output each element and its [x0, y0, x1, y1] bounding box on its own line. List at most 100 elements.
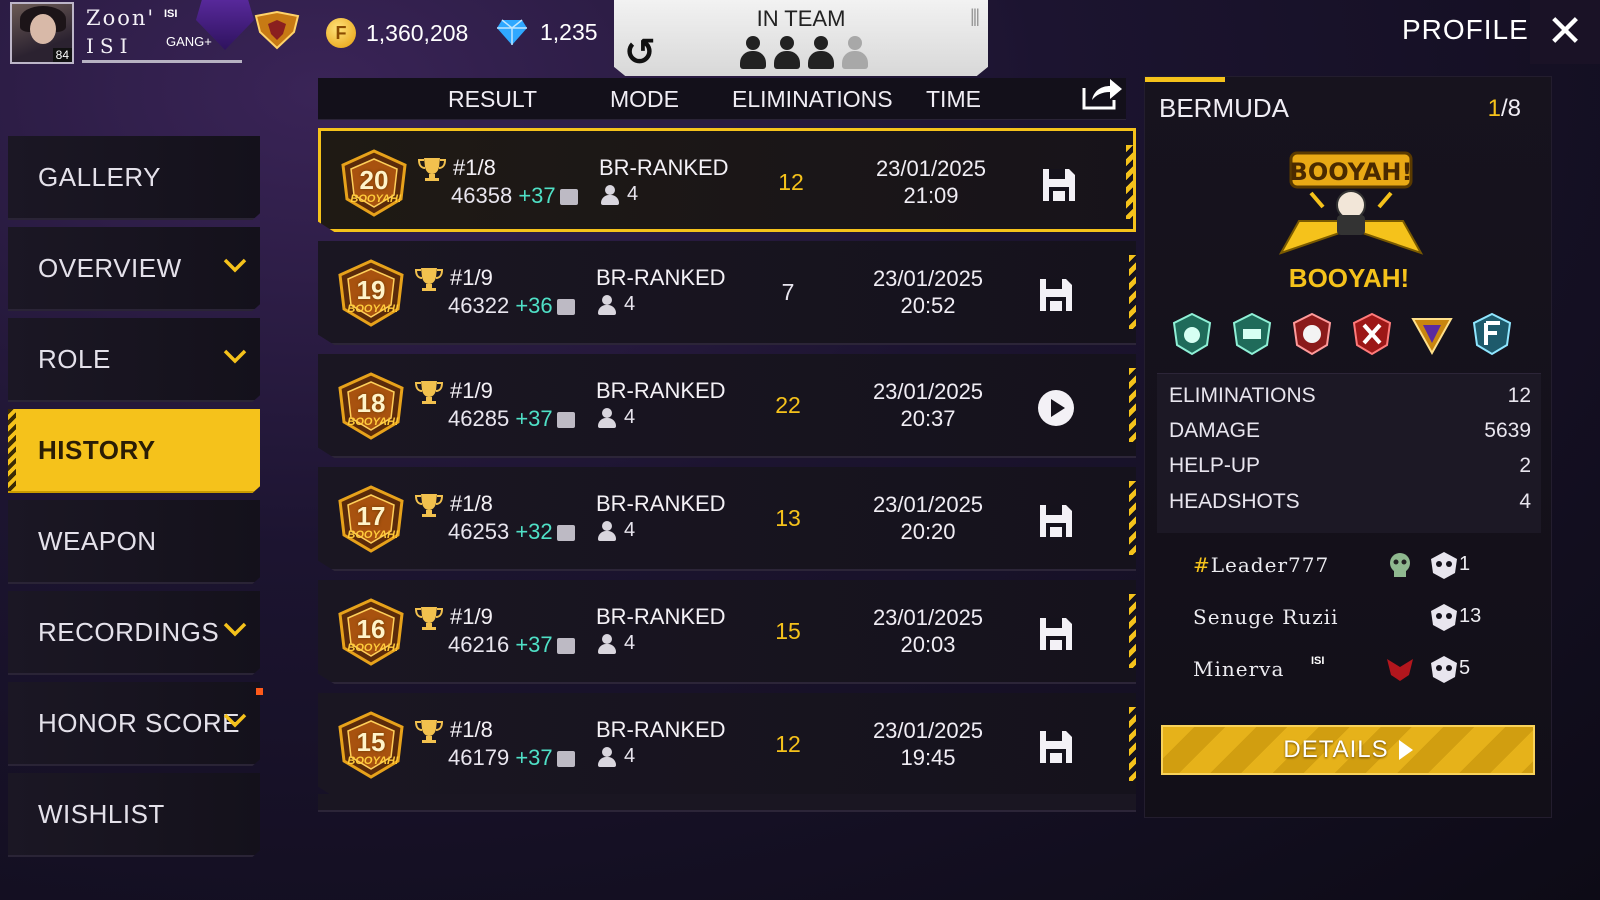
- booyah-medal-icon: 16 BOOYAH!: [332, 598, 410, 668]
- sidebar-item-gallery[interactable]: GALLERY: [8, 136, 260, 220]
- details-button[interactable]: DETAILS: [1161, 725, 1535, 775]
- stat-value: 5639: [1484, 419, 1531, 442]
- medal-number: 17: [356, 501, 386, 531]
- score-delta: +36: [515, 293, 553, 318]
- achievement-badge-icon[interactable]: [1229, 311, 1275, 357]
- match-time: 23/01/2025 20:37: [858, 378, 998, 432]
- score-detail-icon[interactable]: [559, 189, 578, 205]
- score-detail-icon[interactable]: [556, 299, 575, 315]
- sidebar-item-history[interactable]: HISTORY: [8, 409, 260, 493]
- score-detail-icon[interactable]: [556, 751, 575, 767]
- rank-badge-icon[interactable]: [250, 10, 304, 50]
- save-icon[interactable]: [1036, 275, 1076, 315]
- medal-number: 16: [356, 614, 386, 644]
- avatar[interactable]: 84: [10, 2, 74, 64]
- achievement-badge-icon[interactable]: [1169, 311, 1215, 357]
- match-mode: BR-RANKED: [596, 265, 726, 290]
- match-time: 23/01/2025 21:09: [861, 155, 1001, 209]
- sidebar-item-label: ROLE: [38, 343, 111, 374]
- row-stripe: [1129, 707, 1136, 781]
- score-detail-icon[interactable]: [556, 525, 575, 541]
- medal-label: BOOYAH!: [350, 193, 402, 205]
- table-row-partial[interactable]: [318, 794, 1136, 812]
- empty-slot-icon: [840, 36, 870, 70]
- trophy-icon: [417, 158, 447, 181]
- score-delta: +37: [515, 745, 553, 770]
- party-count: 4: [627, 183, 639, 205]
- trophy-icon: [414, 381, 444, 404]
- teammate-row[interactable]: Minerva ISI 5: [1193, 649, 1533, 689]
- sidebar-item-overview[interactable]: OVERVIEW: [8, 227, 260, 311]
- match-date: 23/01/2025: [875, 156, 987, 181]
- party-count: 4: [624, 745, 636, 767]
- sidebar-item-recordings[interactable]: RECORDINGS: [8, 591, 260, 675]
- team-members: [738, 36, 870, 70]
- stat-label: HELP-UP: [1169, 454, 1261, 477]
- stat-label: ELIMINATIONS: [1169, 384, 1316, 407]
- save-icon[interactable]: [1036, 501, 1076, 541]
- sidebar-item-label: OVERVIEW: [38, 252, 182, 283]
- gold-counter[interactable]: F 1,360,208: [326, 18, 468, 48]
- score-detail-icon[interactable]: [556, 638, 575, 654]
- table-row[interactable]: 18 BOOYAH! #1/9 46285 +37 BR-RANKED 4 22 23/01/…: [318, 354, 1136, 458]
- match-rank: #1/9: [450, 265, 493, 290]
- sidebar-item-wishlist[interactable]: WISHLIST: [8, 773, 260, 857]
- diamond-icon: [497, 19, 527, 45]
- score-detail-icon[interactable]: [556, 412, 575, 428]
- history-table-header: RESULT MODE ELIMINATIONS TIME: [318, 78, 1126, 120]
- party-count: 4: [624, 406, 636, 428]
- medal-label: BOOYAH!: [347, 642, 399, 654]
- match-clock: 20:37: [900, 406, 956, 431]
- stat-help-up: HELP-UP 2: [1169, 454, 1531, 478]
- sidebar-item-honor-score[interactable]: HONOR SCORE: [8, 682, 260, 766]
- play-arrow-icon: [1398, 740, 1413, 760]
- return-arrow-icon[interactable]: ↺: [624, 30, 656, 75]
- kills-skull-icon: [1431, 656, 1457, 683]
- achievement-badge-icon[interactable]: [1469, 311, 1515, 357]
- teammate-tag: ISI: [1311, 655, 1325, 667]
- save-icon[interactable]: [1036, 727, 1076, 767]
- sidebar-item-weapon[interactable]: WEAPON: [8, 500, 260, 584]
- match-time: 23/01/2025 20:20: [858, 491, 998, 545]
- table-row[interactable]: 16 BOOYAH! #1/9 46216 +37 BR-RANKED 4 15 23/01/…: [318, 580, 1136, 684]
- play-icon[interactable]: [1036, 388, 1076, 428]
- match-detail-panel: BERMUDA 1/8 BOOYAH! BOOYAH! ELIMINATIONS…: [1144, 76, 1552, 818]
- person-icon: [598, 746, 616, 767]
- sidebar-item-label: WEAPON: [38, 525, 157, 556]
- teammate-row[interactable]: #Leader777 1: [1193, 545, 1533, 585]
- column-eliminations: ELIMINATIONS: [732, 86, 893, 112]
- player-tag: ISI: [164, 8, 178, 20]
- chevron-down-icon: [223, 713, 247, 728]
- achievement-badge-icon[interactable]: [1349, 311, 1395, 357]
- trophy-icon: [414, 720, 444, 743]
- match-eliminations: 22: [775, 392, 801, 418]
- diamond-counter[interactable]: 1,235: [496, 18, 598, 46]
- notification-dot: [256, 688, 263, 695]
- achievement-badge-icon[interactable]: [1409, 311, 1455, 357]
- score-value: 46322: [448, 293, 510, 318]
- sidebar-item-label: RECORDINGS: [38, 616, 220, 647]
- match-rank: #1/8: [450, 717, 493, 742]
- match-time: 23/01/2025 20:52: [858, 265, 998, 319]
- score-value: 46179: [448, 745, 510, 770]
- match-rank: #1/9: [450, 378, 493, 403]
- table-row[interactable]: 19 BOOYAH! #1/9 46322 +36 BR-RANKED 4 7 23/01/2…: [318, 241, 1136, 345]
- table-row[interactable]: 15 BOOYAH! #1/8 46179 +37 BR-RANKED 4 12 23/01/…: [318, 693, 1136, 797]
- sidebar-item-role[interactable]: ROLE: [8, 318, 260, 402]
- team-status-panel[interactable]: IN TEAM ↺ |||: [614, 0, 988, 76]
- party-size: 4: [598, 519, 635, 542]
- teammate-row[interactable]: Senuge Ruzii 13: [1193, 597, 1533, 637]
- save-icon[interactable]: [1039, 165, 1079, 205]
- achievement-badge-icon[interactable]: [1289, 311, 1335, 357]
- table-row[interactable]: 17 BOOYAH! #1/8 46253 +32 BR-RANKED 4 13 23/01/…: [318, 467, 1136, 571]
- save-icon[interactable]: [1036, 614, 1076, 654]
- match-rank: #1/8: [450, 491, 493, 516]
- teammate-name-text: Leader777: [1210, 553, 1330, 577]
- share-icon[interactable]: [1080, 76, 1124, 112]
- medal-number: 18: [356, 388, 386, 418]
- close-button[interactable]: ✕: [1530, 0, 1600, 64]
- guild-name: GANG+: [166, 34, 212, 49]
- medal-label: BOOYAH!: [347, 303, 399, 315]
- column-mode: MODE: [610, 86, 679, 112]
- table-row[interactable]: 20 BOOYAH! #1/8 46358 +37 BR-RANKED 4 12 23/01/…: [318, 128, 1136, 232]
